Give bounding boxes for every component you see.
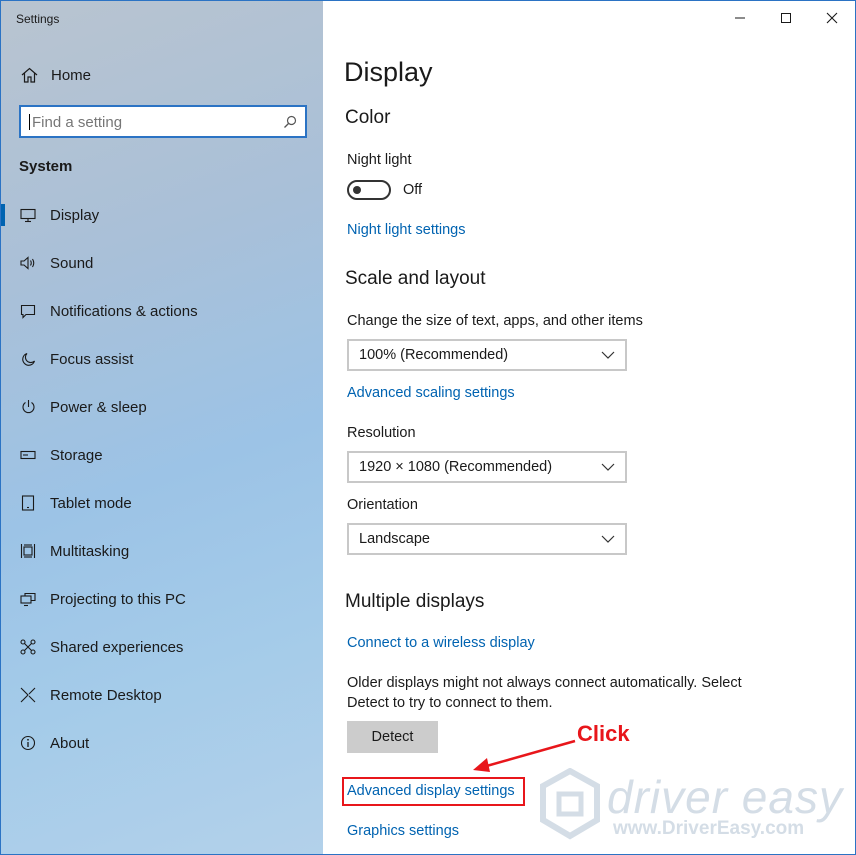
settings-window: Settings Home Find a setting System Disp… <box>0 0 856 855</box>
watermark-brand: driver easy <box>607 771 843 823</box>
annotation-click-label: Click <box>577 721 630 746</box>
sidebar-item-projecting[interactable]: Projecting to this PC <box>1 577 323 621</box>
sidebar-item-focus-assist[interactable]: Focus assist <box>1 337 323 381</box>
night-light-label: Night light <box>347 152 412 168</box>
monitor-icon <box>19 206 37 224</box>
graphics-settings-link[interactable]: Graphics settings <box>347 823 459 839</box>
sidebar-item-label: Remote Desktop <box>50 686 162 704</box>
sidebar: Settings Home Find a setting System Disp… <box>1 1 323 854</box>
sidebar-item-label: Power & sleep <box>50 398 147 416</box>
night-light-settings-link[interactable]: Night light settings <box>347 222 465 238</box>
maximize-icon <box>781 13 791 23</box>
color-heading: Color <box>345 107 391 128</box>
power-icon <box>19 398 37 416</box>
scale-value: 100% (Recommended) <box>359 347 509 363</box>
search-placeholder: Find a setting <box>32 114 123 131</box>
multiple-displays-heading: Multiple displays <box>345 591 485 612</box>
close-button[interactable] <box>809 1 855 35</box>
main-content: Display Color Night light Off Night ligh… <box>323 1 855 854</box>
sidebar-item-label: Multitasking <box>50 542 130 560</box>
orientation-dropdown[interactable]: Landscape <box>347 523 627 555</box>
sidebar-item-label: Storage <box>50 446 103 464</box>
wireless-display-link[interactable]: Connect to a wireless display <box>347 635 535 651</box>
sidebar-item-notifications[interactable]: Notifications & actions <box>1 289 323 333</box>
sidebar-item-storage[interactable]: Storage <box>1 433 323 477</box>
sidebar-item-remote-desktop[interactable]: Remote Desktop <box>1 673 323 717</box>
detect-button[interactable]: Detect <box>347 721 438 753</box>
orientation-label: Orientation <box>347 497 418 513</box>
advanced-scaling-link[interactable]: Advanced scaling settings <box>347 385 515 401</box>
search-icon[interactable] <box>283 115 297 129</box>
speaker-icon <box>19 254 37 272</box>
app-title: Settings <box>16 12 60 26</box>
message-icon <box>19 302 37 320</box>
chevron-down-icon <box>601 535 615 543</box>
sidebar-item-label: Display <box>50 206 100 224</box>
chevron-down-icon <box>601 463 615 471</box>
minimize-icon <box>735 17 745 19</box>
sidebar-item-about[interactable]: About <box>1 721 323 765</box>
sidebar-item-label: Focus assist <box>50 350 134 368</box>
scale-layout-heading: Scale and layout <box>345 268 486 289</box>
home-label: Home <box>51 66 92 84</box>
sidebar-item-display[interactable]: Display <box>1 193 323 237</box>
project-icon <box>19 590 37 608</box>
minimize-button[interactable] <box>717 1 763 35</box>
share-icon <box>19 638 37 656</box>
multitask-icon <box>19 542 37 560</box>
sidebar-item-label: Projecting to this PC <box>50 590 186 608</box>
resolution-value: 1920 × 1080 (Recommended) <box>359 459 553 475</box>
remote-icon <box>19 686 37 704</box>
driver-easy-watermark: driver easy www.DriverEasy.com <box>537 768 855 843</box>
sidebar-item-shared-experiences[interactable]: Shared experiences <box>1 625 323 669</box>
info-icon <box>19 734 37 752</box>
sidebar-item-label: Notifications & actions <box>50 302 198 320</box>
moon-icon <box>19 350 37 368</box>
chevron-down-icon <box>601 351 615 359</box>
size-label: Change the size of text, apps, and other… <box>347 313 643 329</box>
annotation-arrow-icon <box>473 739 576 772</box>
close-icon <box>826 12 838 24</box>
sidebar-item-label: About <box>50 734 90 752</box>
scale-dropdown[interactable]: 100% (Recommended) <box>347 339 627 371</box>
older-displays-note-line2: Detect to try to connect to them. <box>347 695 553 711</box>
orientation-value: Landscape <box>359 531 430 547</box>
tablet-icon <box>19 494 37 512</box>
maximize-button[interactable] <box>763 1 809 35</box>
section-label-system: System <box>19 158 73 175</box>
search-input[interactable]: Find a setting <box>19 105 307 138</box>
watermark-url: www.DriverEasy.com <box>613 818 805 839</box>
sidebar-item-label: Sound <box>50 254 94 272</box>
toggle-knob <box>353 186 361 194</box>
sidebar-item-power-sleep[interactable]: Power & sleep <box>1 385 323 429</box>
sidebar-item-label: Tablet mode <box>50 494 132 512</box>
home-icon <box>19 65 39 85</box>
sidebar-item-label: Shared experiences <box>50 638 184 656</box>
older-displays-note-line1: Older displays might not always connect … <box>347 675 742 691</box>
sidebar-item-tablet-mode[interactable]: Tablet mode <box>1 481 323 525</box>
drive-icon <box>19 446 37 464</box>
resolution-label: Resolution <box>347 425 416 441</box>
home-link[interactable]: Home <box>19 64 91 86</box>
page-title: Display <box>344 57 433 87</box>
resolution-dropdown[interactable]: 1920 × 1080 (Recommended) <box>347 451 627 483</box>
sidebar-item-sound[interactable]: Sound <box>1 241 323 285</box>
night-light-toggle[interactable] <box>347 180 391 200</box>
sidebar-item-multitasking[interactable]: Multitasking <box>1 529 323 573</box>
text-caret <box>29 114 30 130</box>
night-light-state: Off <box>403 182 423 198</box>
